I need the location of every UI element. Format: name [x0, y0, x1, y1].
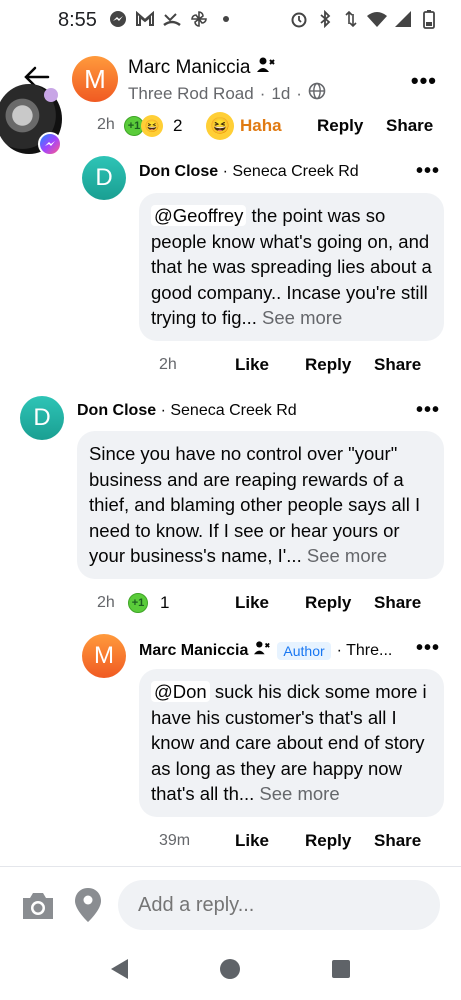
header-author-name[interactable]: Marc Maniccia: [128, 56, 276, 80]
author-avatar[interactable]: M: [72, 56, 118, 102]
wifi-icon: [367, 9, 387, 29]
status-bar: 8:55: [0, 0, 461, 40]
camera-icon[interactable]: [20, 891, 56, 921]
system-icons: [289, 9, 439, 29]
commenter-name[interactable]: Don Close: [139, 163, 218, 180]
messenger-icon: [108, 9, 128, 29]
top-share-button[interactable]: Share: [386, 116, 433, 136]
header-subtitle: Three Rod Road · 1d ·: [128, 82, 326, 105]
comment-bubble[interactable]: @Geoffrey the point was so people know w…: [139, 193, 444, 341]
comment-bubble[interactable]: @Don suck his dick some more i have his …: [139, 669, 444, 817]
share-button[interactable]: Share: [374, 593, 421, 613]
post-header: M Marc Maniccia Three Rod Road · 1d · ••…: [0, 40, 461, 112]
reply-input[interactable]: [118, 880, 440, 930]
notification-icons: [108, 9, 236, 29]
commenter-avatar[interactable]: D: [82, 156, 126, 200]
comment-time: 2h: [97, 594, 115, 611]
commenter-location[interactable]: · Thre...: [337, 642, 393, 660]
alarm-icon: [289, 9, 309, 29]
comment-more-options-icon[interactable]: •••: [416, 637, 440, 660]
haha-label: Haha: [240, 116, 282, 135]
chat-head-notification-dot: [44, 88, 58, 102]
mention-tag[interactable]: @Don: [151, 681, 210, 702]
dot-icon: [216, 9, 236, 29]
commenter-name-line: Don Close · Seneca Creek Rd: [139, 163, 359, 181]
commenter-name-line: Don Close · Seneca Creek Rd: [77, 402, 297, 420]
data-arrows-icon: [341, 9, 361, 29]
like-reaction-icon: +1: [128, 593, 148, 613]
share-button[interactable]: Share: [374, 831, 421, 851]
nav-back-icon[interactable]: [110, 958, 130, 985]
status-time: 8:55: [58, 9, 97, 31]
see-more-link[interactable]: See more: [257, 307, 342, 328]
commenter-avatar[interactable]: M: [82, 634, 126, 678]
share-button[interactable]: Share: [374, 355, 421, 375]
top-contributor-icon: [253, 640, 271, 661]
haha-reaction-icon: 😆: [141, 115, 163, 137]
header-name-text: Marc Maniccia: [128, 57, 251, 78]
commenter-location[interactable]: · Seneca Creek Rd: [223, 163, 359, 180]
commenter-avatar[interactable]: D: [20, 396, 64, 440]
pinwheel-icon: [189, 9, 209, 29]
like-button[interactable]: Like: [235, 593, 269, 613]
missed-call-icon: [162, 9, 182, 29]
reply-composer: [0, 866, 461, 942]
messenger-chat-head[interactable]: [0, 84, 64, 158]
haha-reaction-button[interactable]: 😆 Haha: [206, 112, 282, 140]
signal-icon: [393, 9, 413, 29]
commenter-location[interactable]: · Seneca Creek Rd: [161, 402, 297, 419]
like-button[interactable]: Like: [235, 355, 269, 375]
location-pin-icon[interactable]: [74, 887, 102, 923]
author-badge: Author: [277, 641, 331, 660]
comment-more-options-icon[interactable]: •••: [416, 160, 440, 183]
commenter-name[interactable]: Don Close: [77, 402, 156, 419]
comment-bubble[interactable]: Since you have no control over "your" bu…: [77, 431, 444, 579]
haha-emoji-icon: 😆: [206, 112, 234, 140]
top-comment-reactions[interactable]: +1 😆 2: [124, 115, 182, 137]
comment-time: 2h: [159, 356, 177, 373]
mention-tag[interactable]: @Geoffrey: [151, 205, 247, 226]
nav-home-icon[interactable]: [220, 959, 240, 979]
messenger-badge-icon: [38, 132, 62, 156]
battery-icon: [419, 9, 439, 29]
android-nav-bar: [0, 942, 461, 1000]
comment-time: 39m: [159, 832, 191, 849]
nav-recents-icon[interactable]: [332, 960, 350, 978]
top-comment-actions: 2h +1 😆 2 😆 Haha Reply Share: [0, 112, 461, 140]
header-more-options-icon[interactable]: •••: [411, 68, 437, 94]
commenter-name[interactable]: Marc Maniccia: [139, 642, 248, 660]
top-contributor-icon: [256, 56, 276, 80]
see-more-link[interactable]: See more: [302, 545, 387, 566]
comment-reactions[interactable]: +1 1: [128, 593, 169, 613]
top-reaction-count: 2: [173, 116, 183, 135]
header-separator: ·: [259, 83, 266, 103]
gmail-icon: [135, 9, 155, 29]
reply-button[interactable]: Reply: [305, 355, 351, 375]
like-button[interactable]: Like: [235, 831, 269, 851]
header-separator-2: ·: [296, 83, 302, 103]
reply-button[interactable]: Reply: [305, 593, 351, 613]
header-location[interactable]: Three Rod Road: [128, 84, 254, 104]
globe-icon: [308, 82, 326, 105]
commenter-name-line: Marc Maniccia Author · Thre...: [139, 640, 392, 661]
top-comment-time: 2h: [97, 116, 115, 133]
see-more-link[interactable]: See more: [254, 783, 339, 804]
bluetooth-icon: [315, 9, 335, 29]
reaction-count: 1: [160, 593, 170, 612]
comment-more-options-icon[interactable]: •••: [416, 399, 440, 422]
header-age: 1d: [271, 83, 291, 103]
top-reply-button[interactable]: Reply: [317, 116, 363, 136]
reply-button[interactable]: Reply: [305, 831, 351, 851]
